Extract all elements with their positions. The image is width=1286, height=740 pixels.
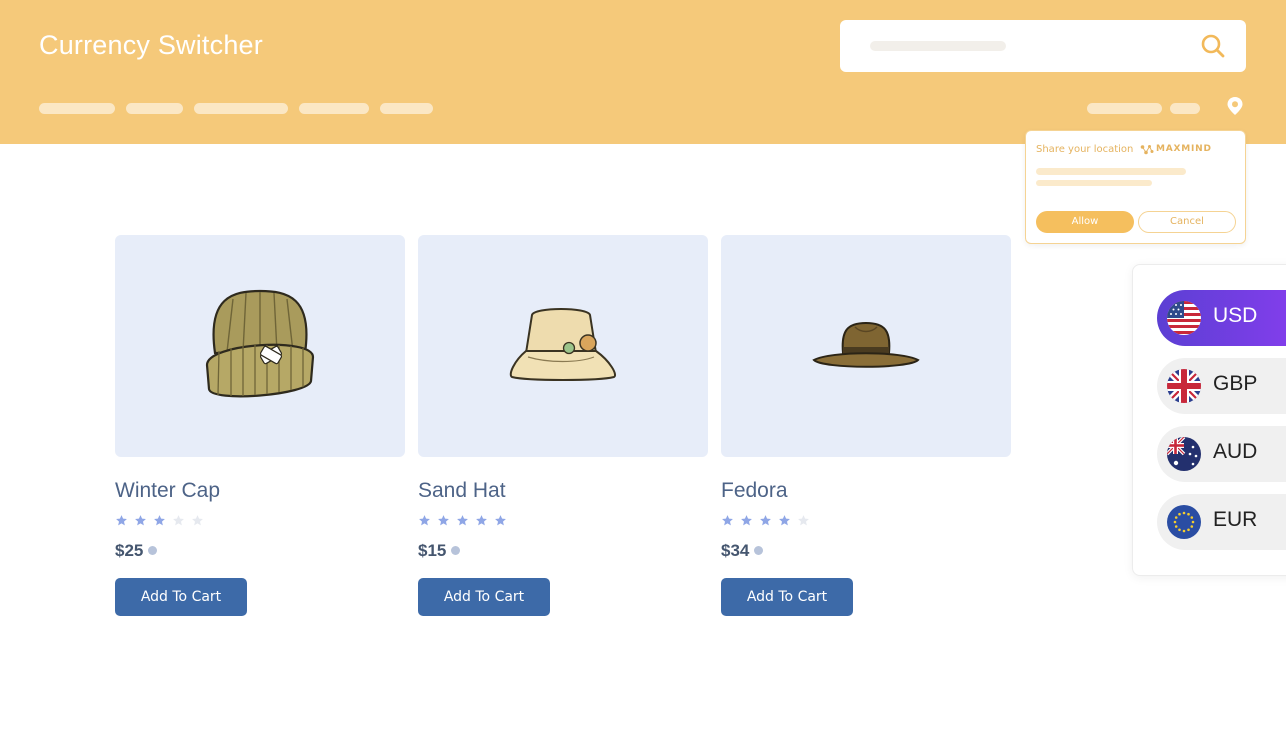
- price-value: $15: [418, 541, 447, 560]
- site-header: Currency Switcher: [0, 0, 1286, 144]
- product-image[interactable]: [721, 235, 1011, 457]
- product-image[interactable]: [418, 235, 708, 457]
- uk-flag-icon: [1167, 369, 1201, 403]
- add-to-cart-button[interactable]: Add To Cart: [418, 578, 550, 616]
- site-title: Currency Switcher: [39, 30, 263, 60]
- star-filled-icon: [760, 515, 771, 526]
- popup-text-line: [1036, 180, 1152, 186]
- info-icon[interactable]: [148, 546, 158, 555]
- star-filled-icon: [135, 515, 146, 526]
- star-filled-icon: [741, 515, 752, 526]
- add-to-cart-button[interactable]: Add To Cart: [721, 578, 853, 616]
- star-filled-icon: [116, 515, 127, 526]
- product-title[interactable]: Fedora: [721, 479, 788, 503]
- rating-stars: [115, 514, 204, 527]
- fedora-image: [812, 321, 920, 368]
- maxmind-logo-icon: [1140, 145, 1154, 155]
- add-to-cart-button[interactable]: Add To Cart: [115, 578, 247, 616]
- rating-stars: [418, 514, 507, 527]
- cancel-button[interactable]: Cancel: [1138, 211, 1236, 233]
- rating-stars: [721, 514, 810, 527]
- info-icon[interactable]: [451, 546, 461, 555]
- star-filled-icon: [154, 515, 165, 526]
- search-placeholder-line[interactable]: [870, 41, 1006, 51]
- nav-item-2[interactable]: [126, 103, 183, 114]
- nav-item-5[interactable]: [380, 103, 433, 114]
- popup-text-line: [1036, 168, 1186, 175]
- currency-code: USD: [1213, 304, 1258, 327]
- currency-code: GBP: [1213, 372, 1258, 395]
- bucket-hat-image: [509, 308, 616, 381]
- product-price: $34: [721, 541, 764, 561]
- search-bar[interactable]: [840, 20, 1246, 72]
- header-link-1[interactable]: [1087, 103, 1162, 114]
- location-permission-popup: Share your location MAXMIND Allow Cancel: [1025, 130, 1246, 244]
- currency-code: AUD: [1213, 440, 1258, 463]
- star-filled-icon: [438, 515, 449, 526]
- nav-item-1[interactable]: [39, 103, 115, 114]
- product-price: $25: [115, 541, 158, 561]
- star-empty-icon: [173, 515, 184, 526]
- star-filled-icon: [457, 515, 468, 526]
- product-title[interactable]: Winter Cap: [115, 479, 220, 503]
- price-value: $34: [721, 541, 750, 560]
- info-icon[interactable]: [754, 546, 764, 555]
- maxmind-wordmark: MAXMIND: [1156, 144, 1212, 154]
- currency-option-eur[interactable]: EUR: [1157, 494, 1286, 550]
- us-flag-icon: [1167, 301, 1201, 335]
- star-filled-icon: [419, 515, 430, 526]
- star-filled-icon: [476, 515, 487, 526]
- currency-code: EUR: [1213, 508, 1258, 531]
- allow-button[interactable]: Allow: [1036, 211, 1134, 233]
- product-image[interactable]: [115, 235, 405, 457]
- nav-item-3[interactable]: [194, 103, 288, 114]
- star-filled-icon: [495, 515, 506, 526]
- currency-option-aud[interactable]: AUD: [1157, 426, 1286, 482]
- australia-flag-icon: [1167, 437, 1201, 471]
- product-price: $15: [418, 541, 461, 561]
- star-filled-icon: [722, 515, 733, 526]
- product-title[interactable]: Sand Hat: [418, 479, 506, 503]
- popup-title: Share your location: [1036, 144, 1134, 155]
- star-filled-icon: [779, 515, 790, 526]
- product-card: Sand Hat $15 Add To Cart: [418, 235, 708, 616]
- nav-item-4[interactable]: [299, 103, 369, 114]
- eu-flag-icon: [1167, 505, 1201, 539]
- beanie-image: [205, 289, 315, 398]
- currency-option-gbp[interactable]: GBP: [1157, 358, 1286, 414]
- currency-option-usd[interactable]: USD: [1157, 290, 1286, 346]
- location-pin-icon[interactable]: [1226, 96, 1244, 116]
- star-empty-icon: [798, 515, 809, 526]
- price-value: $25: [115, 541, 144, 560]
- header-link-2[interactable]: [1170, 103, 1200, 114]
- currency-switcher-panel: USD GBP AUD EUR: [1132, 264, 1286, 576]
- star-empty-icon: [192, 515, 203, 526]
- product-card: Winter Cap $25 Add To Cart: [115, 235, 405, 616]
- search-icon[interactable]: [1200, 33, 1226, 59]
- product-card: Fedora $34 Add To Cart: [721, 235, 1011, 616]
